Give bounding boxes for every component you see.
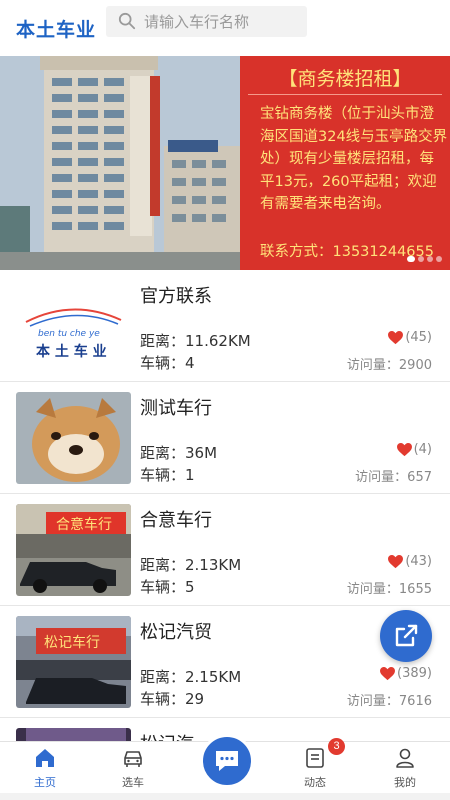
building-photo [0, 56, 240, 270]
car-icon [124, 751, 142, 767]
tab-select-car-label: 选车 [122, 776, 144, 789]
heart-icon [380, 666, 395, 680]
share-button[interactable] [380, 610, 432, 662]
app-logo: 本土车业 [16, 20, 97, 41]
share-icon [395, 624, 418, 647]
dealer-distance: 距离：11.62KM [140, 332, 251, 350]
dealer-likes[interactable]: (43) [388, 554, 432, 569]
search-input[interactable] [144, 6, 304, 37]
message-button[interactable] [200, 734, 254, 788]
dealer-likes-count: (389) [397, 666, 432, 681]
rental-ad: 【商务楼招租】 宝钻商务楼（位于汕头市澄海区国道324线与玉亭路交界处）现有少量… [240, 56, 450, 270]
dealer-visits: 访问量：7616 [346, 694, 432, 709]
dealer-thumbnail: 合意车行 [16, 504, 131, 596]
tab-home-label: 主页 [34, 776, 56, 789]
dealer-likes-count: (4) [413, 442, 432, 457]
dealer-likes-count: (45) [405, 330, 432, 345]
search-bar[interactable] [106, 6, 307, 37]
tab-home[interactable]: 主页 [0, 742, 90, 794]
svg-text:合意车行: 合意车行 [56, 516, 112, 533]
dealer-car-count: 车辆：1 [140, 466, 195, 484]
dealer-thumbnail: ben tu che ye 本 土 车 业 [16, 280, 131, 372]
dealer-card[interactable]: 合意车行 合意车行距离：2.13KM 车辆：5 (43) 访问量：1655 [0, 494, 450, 606]
home-indicator-area [0, 793, 450, 800]
tab-news[interactable]: 动态 [270, 742, 360, 794]
dealer-likes[interactable]: (389) [380, 666, 432, 681]
ad-title: 【商务楼招租】 [278, 69, 412, 90]
dealer-visits: 访问量：657 [355, 470, 432, 485]
svg-text:ben tu che ye: ben tu che ye [38, 329, 100, 339]
carousel-indicator [407, 256, 442, 262]
chat-icon [216, 751, 238, 771]
ad-divider [248, 94, 442, 95]
dealer-thumbnail [16, 392, 131, 484]
dealer-name: 官方联系 [140, 286, 212, 307]
tab-news-label: 动态 [304, 776, 326, 789]
carousel-dot[interactable] [418, 256, 424, 262]
user-icon [396, 748, 414, 768]
tab-mine-label: 我的 [394, 776, 416, 789]
dealer-name: 测试车行 [140, 398, 212, 419]
carousel-dot[interactable] [427, 256, 433, 262]
dealer-name: 松记汽贸 [140, 622, 212, 643]
svg-text:松记车行: 松记车行 [44, 634, 100, 651]
home-icon [36, 749, 54, 767]
dealer-car-count: 车辆：4 [140, 354, 195, 372]
ad-banner[interactable]: 【商务楼招租】 宝钻商务楼（位于汕头市澄海区国道324线与玉亭路交界处）现有少量… [0, 56, 450, 270]
heart-icon [396, 442, 412, 456]
search-icon [118, 12, 136, 30]
ad-body: 宝钻商务楼（位于汕头市澄海区国道324线与玉亭路交界处）现有少量楼层招租，每平1… [260, 106, 448, 212]
dealer-likes[interactable]: (4) [396, 442, 432, 457]
dealer-likes[interactable]: (45) [388, 330, 432, 345]
carousel-dot[interactable] [436, 256, 442, 262]
heart-icon [388, 554, 404, 568]
dealer-distance: 距离：2.15KM [140, 668, 242, 686]
dealer-card[interactable]: 测试车行距离：36M 车辆：1 (4) 访问量：657 [0, 382, 450, 494]
tab-select-car[interactable]: 选车 [88, 742, 178, 794]
dealer-likes-count: (43) [405, 554, 432, 569]
dealer-name: 合意车行 [140, 510, 212, 531]
svg-text:本 土 车 业: 本 土 车 业 [36, 343, 107, 360]
header: 本土车业 [0, 0, 450, 56]
tab-mine[interactable]: 我的 [360, 742, 450, 794]
dealer-distance: 距离：36M [140, 444, 218, 462]
dealer-card[interactable]: ben tu che ye 本 土 车 业 官方联系距离：11.62KM 车辆：4 (4… [0, 270, 450, 382]
news-icon [306, 748, 324, 768]
news-badge: 3 [328, 738, 345, 755]
heart-icon [388, 330, 404, 344]
dealer-car-count: 车辆：5 [140, 578, 195, 596]
dealer-car-count: 车辆：29 [140, 690, 205, 708]
dealer-distance: 距离：2.13KM [140, 556, 242, 574]
dealer-visits: 访问量：1655 [346, 582, 432, 597]
carousel-dot[interactable] [407, 256, 415, 262]
dealer-list: ben tu che ye 本 土 车 业 官方联系距离：11.62KM 车辆：4 (4… [0, 270, 450, 800]
dealer-thumbnail: 松记车行 [16, 616, 131, 708]
dealer-visits: 访问量：2900 [346, 358, 432, 373]
